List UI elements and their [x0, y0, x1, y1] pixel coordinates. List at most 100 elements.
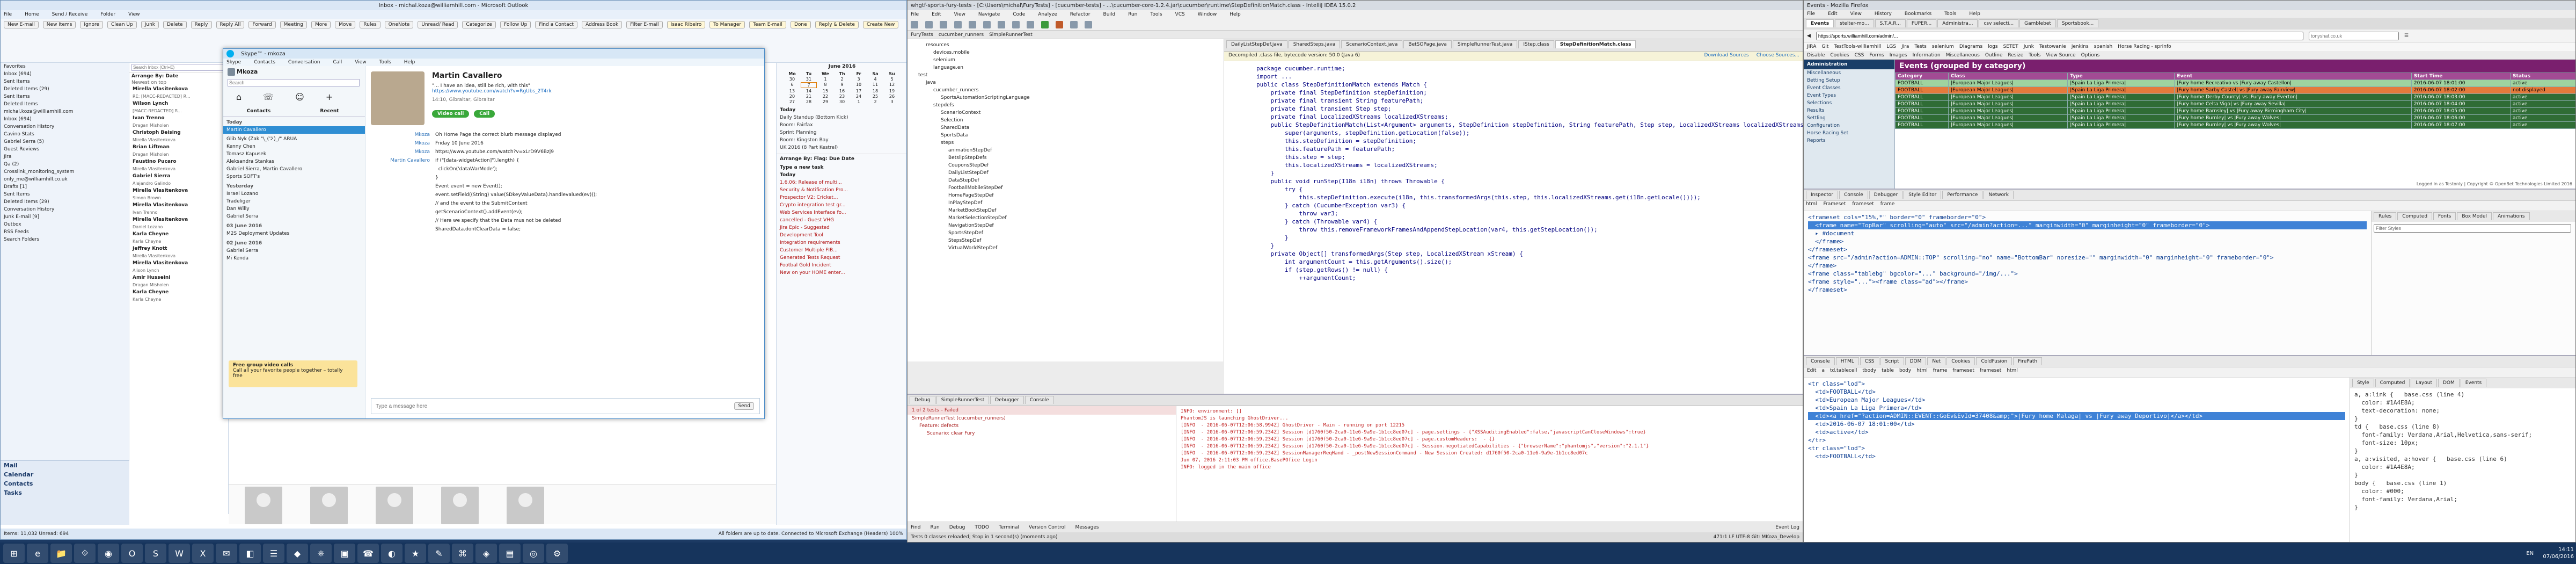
ribbon-button[interactable]: Ignore	[80, 21, 104, 28]
tree-item[interactable]: steps	[908, 139, 1224, 147]
debug-tab[interactable]: SimpleRunnerTest	[936, 396, 990, 404]
appointment-item[interactable]: UK 2016 (8 Part Kestrel)	[777, 144, 906, 151]
firefox-titlebar[interactable]: Events - Mozilla Firefox	[1804, 1, 2575, 10]
calendar-day[interactable]: 19	[884, 89, 900, 93]
webdev-menu-item[interactable]: Cookies	[1830, 53, 1849, 58]
tool-window-tab[interactable]: Messages	[1075, 525, 1099, 530]
rules-tab[interactable]: Rules	[2374, 212, 2397, 220]
contact-item[interactable]: M2S Deployment Updates	[223, 230, 365, 237]
tree-item[interactable]: VirtualWorldStepDef	[908, 244, 1224, 252]
contact-item[interactable]: Mi Kenda	[223, 255, 365, 262]
tree-item[interactable]: FootballMobileStepDef	[908, 184, 1224, 192]
breadcrumb[interactable]: SimpleRunnerTest	[989, 32, 1033, 38]
find-icon[interactable]	[1012, 20, 1020, 28]
tool-window-tab[interactable]: Run	[930, 525, 939, 530]
nav-item[interactable]: Mail	[1, 461, 129, 470]
taskbar-app-icon[interactable]: ⊞	[3, 544, 25, 563]
admin-menu-item[interactable]: Event Classes	[1804, 84, 1894, 92]
appointment-item[interactable]: Room: Fairfax	[777, 121, 906, 129]
list-item[interactable]: RE: [MACC-REDACTED] R...	[129, 93, 228, 100]
outlook-arrange[interactable]: Arrange By: Date	[129, 73, 228, 80]
calendar-day[interactable]: 1	[817, 77, 833, 82]
folder-item[interactable]: Qa (2)	[1, 161, 129, 168]
tree-item[interactable]: test	[908, 71, 1224, 79]
devtools-tab[interactable]: Performance	[1942, 191, 1983, 199]
ribbon-button[interactable]: Junk	[141, 21, 159, 28]
taskbar-app-icon[interactable]: S	[145, 544, 166, 563]
ribbon-button[interactable]: Find a Contact	[535, 21, 578, 28]
undo-icon[interactable]	[940, 20, 947, 28]
devtools-tab[interactable]: Network	[1984, 191, 2014, 199]
folder-item[interactable]: Deleted Items (29)	[1, 85, 129, 93]
taskbar-app-icon[interactable]: 📁	[50, 544, 72, 563]
task-item[interactable]: Today	[777, 171, 906, 179]
webdev-menu-item[interactable]: Information	[1913, 53, 1941, 58]
skype-menu-item[interactable]: Help	[404, 60, 415, 65]
html-line[interactable]: <td><a href="?action=ADMIN::EVENT::GoEv&…	[1808, 412, 2345, 420]
list-item[interactable]: Christoph Beising	[129, 129, 228, 136]
calendar-day[interactable]: 25	[867, 94, 883, 99]
chat-message-author[interactable]: Mkoza	[371, 141, 435, 146]
ribbon-button[interactable]: OneNote	[384, 21, 414, 28]
html-line[interactable]: <td>FOOTBALL</td>	[1808, 388, 2345, 396]
inspector-line[interactable]: </frameset>	[1808, 245, 2367, 254]
calendar-day[interactable]: 2	[834, 77, 850, 82]
html-line[interactable]: <td>European Major Leagues</td>	[1808, 396, 2345, 404]
task-item[interactable]: Footbal Gold Incident	[777, 262, 906, 269]
debug-subtab[interactable]: Debugger	[990, 396, 1024, 404]
tree-item[interactable]: InPlayStepDef	[908, 199, 1224, 207]
devtools-tab[interactable]: Inspector	[1806, 191, 1838, 199]
folder-item[interactable]: RSS Feeds	[1, 228, 129, 236]
skype-menu-item[interactable]: View	[355, 60, 366, 65]
chat-message-author[interactable]	[371, 192, 435, 198]
tool-window-tab[interactable]: Version Control	[1029, 525, 1066, 530]
cut-icon[interactable]	[969, 20, 976, 28]
tree-item[interactable]: MarketSelectionStepDef	[908, 214, 1224, 222]
taskbar-app-icon[interactable]: ◐	[381, 544, 402, 563]
people-card[interactable]: John Salmon	[299, 487, 358, 524]
bookmark-item[interactable]: Testowanie	[2039, 44, 2066, 49]
editor-tab[interactable]: IStep.class	[1518, 40, 1554, 48]
task-item[interactable]: Type a new task	[777, 164, 906, 171]
tab-contacts[interactable]: Contacts	[223, 106, 294, 116]
browser-tab[interactable]: csv selecti...	[1979, 19, 2019, 27]
calendar-day[interactable]: 21	[801, 94, 817, 99]
skype-titlebar[interactable]: Skype™ - mkoza	[223, 49, 764, 59]
bookmark-item[interactable]: Jira	[1901, 44, 1909, 49]
list-item[interactable]: Karla Cheyne	[129, 296, 228, 303]
tree-item[interactable]: SportsAutomationScriptingLanguage	[908, 94, 1224, 102]
tree-item[interactable]: ScenarioContext	[908, 109, 1224, 117]
people-card[interactable]: Pater Tutti	[496, 487, 555, 524]
rules-tab[interactable]: Computed	[2397, 212, 2433, 220]
firebug-breadcrumb[interactable]: Edit	[1807, 368, 1816, 373]
webdev-menu-item[interactable]: CSS	[1855, 53, 1864, 58]
quickstep-button[interactable]: Reply & Delete	[815, 21, 859, 28]
folder-item[interactable]: Cavino Stats	[1, 131, 129, 138]
taskbar-app-icon[interactable]: ◈	[475, 544, 497, 563]
intellij-menu-item[interactable]: Build	[1103, 12, 1116, 17]
contact-item[interactable]: Martin Cavallero	[223, 126, 365, 134]
firebug-side-tab[interactable]: Layout	[2411, 379, 2437, 387]
tree-item[interactable]: CouponsStepDef	[908, 162, 1224, 169]
list-item[interactable]: Mirella Vlasitenkova	[129, 201, 228, 209]
tree-item[interactable]: MarketBookStepDef	[908, 207, 1224, 214]
tree-item[interactable]: BetslipStepDefs	[908, 154, 1224, 162]
html-line[interactable]: <td>active</td>	[1808, 428, 2345, 436]
editor-tab[interactable]: SharedSteps.java	[1288, 40, 1341, 48]
rules-tab[interactable]: Animations	[2492, 212, 2530, 220]
inspector-line[interactable]: <frameset cols="15%,*" border="0" frameb…	[1808, 213, 2367, 221]
ribbon-button[interactable]: Reply	[191, 21, 212, 28]
firefox-menu-item[interactable]: Edit	[1828, 11, 1837, 17]
webdev-menu-item[interactable]: View Source	[2046, 53, 2075, 58]
task-item[interactable]: Security & Notification Pro...	[777, 186, 906, 194]
inspector-line[interactable]: <frame src="/admin?action=ADMIN::TOP" sc…	[1808, 254, 2367, 262]
devtools-breadcrumb[interactable]: frameset	[1852, 201, 1874, 207]
calendar-day[interactable]: 4	[867, 77, 883, 82]
table-row[interactable]: FOOTBALL |European Major Leagues| |Spain L…	[1895, 86, 2575, 94]
tab-contacts[interactable]: Recent	[294, 106, 365, 116]
calendar-day[interactable]: 8	[817, 82, 833, 88]
tree-item[interactable]: java	[908, 79, 1224, 86]
table-cell[interactable]: |Fury home Sarby Castel| vs |Fury away F…	[2174, 86, 2412, 94]
folder-item[interactable]: Sent Items	[1, 93, 129, 100]
contact-item[interactable]: Gabriel Sierra, Martin Cavallero	[223, 165, 365, 173]
